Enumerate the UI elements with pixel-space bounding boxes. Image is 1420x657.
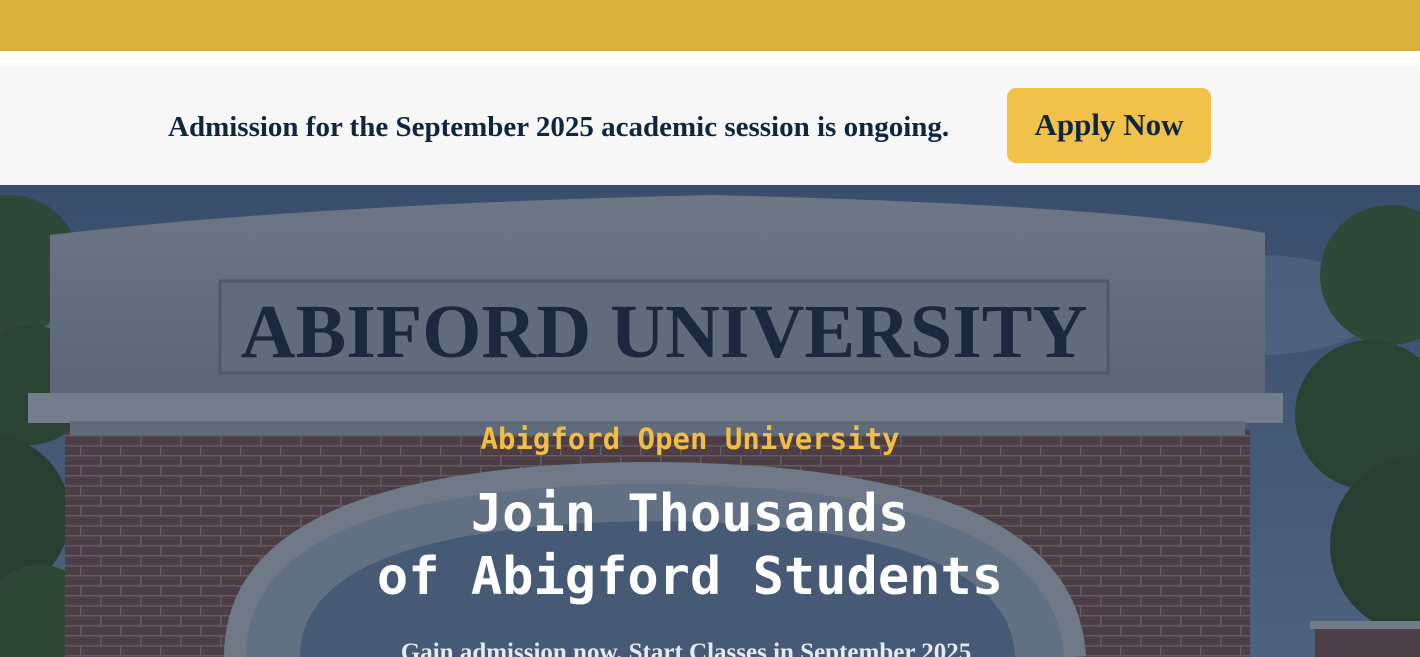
apply-now-button[interactable]: Apply Now bbox=[1007, 88, 1211, 163]
hero-subtitle: Abigford Open University bbox=[480, 422, 900, 456]
hero-tagline: Gain admission now. Start Classes in Sep… bbox=[400, 639, 972, 657]
hero-section: ABIFORD UNIVERSITY Abigford Open Univers… bbox=[0, 185, 1420, 657]
top-accent-bar bbox=[0, 0, 1420, 51]
hero-heading: Join Thousands of Abigford Students bbox=[0, 483, 1380, 609]
hero-heading-line-2: of Abigford Students bbox=[376, 547, 1004, 607]
hero-heading-line-1: Join Thousands bbox=[470, 484, 910, 544]
announcement-banner: Admission for the September 2025 academi… bbox=[0, 65, 1420, 185]
announcement-text: Admission for the September 2025 academi… bbox=[168, 111, 950, 143]
divider bbox=[0, 51, 1420, 65]
